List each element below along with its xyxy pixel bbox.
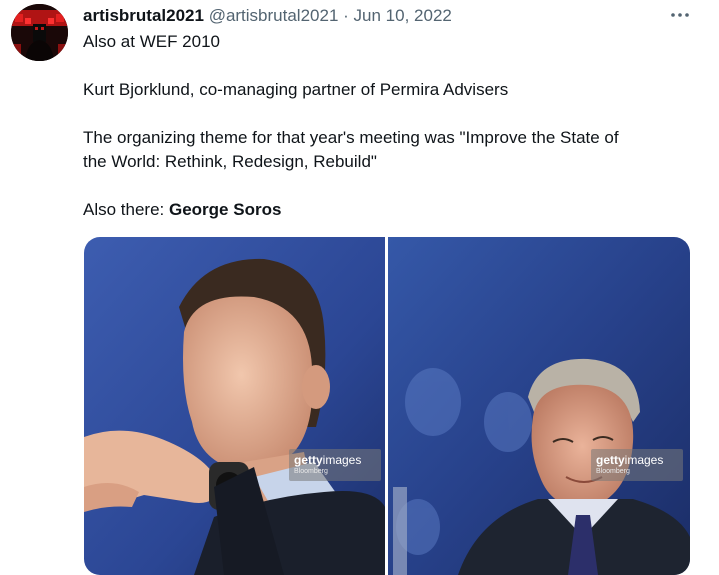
getty-brand: gettyimages [294,453,361,467]
avatar[interactable] [11,4,68,61]
header-separator: · [343,6,349,25]
tweet-text-line: Also at WEF 2010 [83,32,221,51]
getty-brand-bold: getty [294,453,323,467]
user-handle[interactable]: @artisbrutal2021 [209,6,339,25]
avatar-icon [11,4,68,61]
display-name[interactable]: artisbrutal2021 [83,6,204,25]
tweet-text-line: The organizing theme for that year's mee… [83,128,619,147]
photo-kurt-bjorklund[interactable]: gettyimages Bloomberg [84,237,385,575]
also-there-prefix: Also there: [83,200,169,219]
also-there-name[interactable]: George Soros [169,200,281,219]
tweet-text-line: Kurt Bjorklund, co-managing partner of P… [83,80,509,99]
tweet-media: gettyimages Bloomberg gettyimages Bloomb… [84,237,690,575]
getty-watermark: gettyimages Bloomberg [591,449,683,481]
getty-brand: gettyimages [596,453,663,467]
getty-brand-rest: images [322,453,362,467]
tweet-text-also-there: Also there: George Soros [83,198,281,222]
getty-credit: Bloomberg [596,468,630,475]
photo-george-soros[interactable]: gettyimages Bloomberg [388,237,690,575]
tweet-text-line: the World: Rethink, Redesign, Rebuild" [83,152,377,171]
photo-older-man-icon [388,237,690,575]
tweet-header: artisbrutal2021 @artisbrutal2021 · Jun 1… [83,5,452,27]
photo-man-speaking-icon [84,237,385,575]
getty-brand-bold: getty [596,453,625,467]
more-dots-icon [671,13,689,17]
getty-brand-rest: images [624,453,664,467]
getty-credit: Bloomberg [294,468,328,475]
more-button[interactable] [668,4,692,26]
tweet-date[interactable]: Jun 10, 2022 [354,6,452,25]
getty-watermark: gettyimages Bloomberg [289,449,381,481]
